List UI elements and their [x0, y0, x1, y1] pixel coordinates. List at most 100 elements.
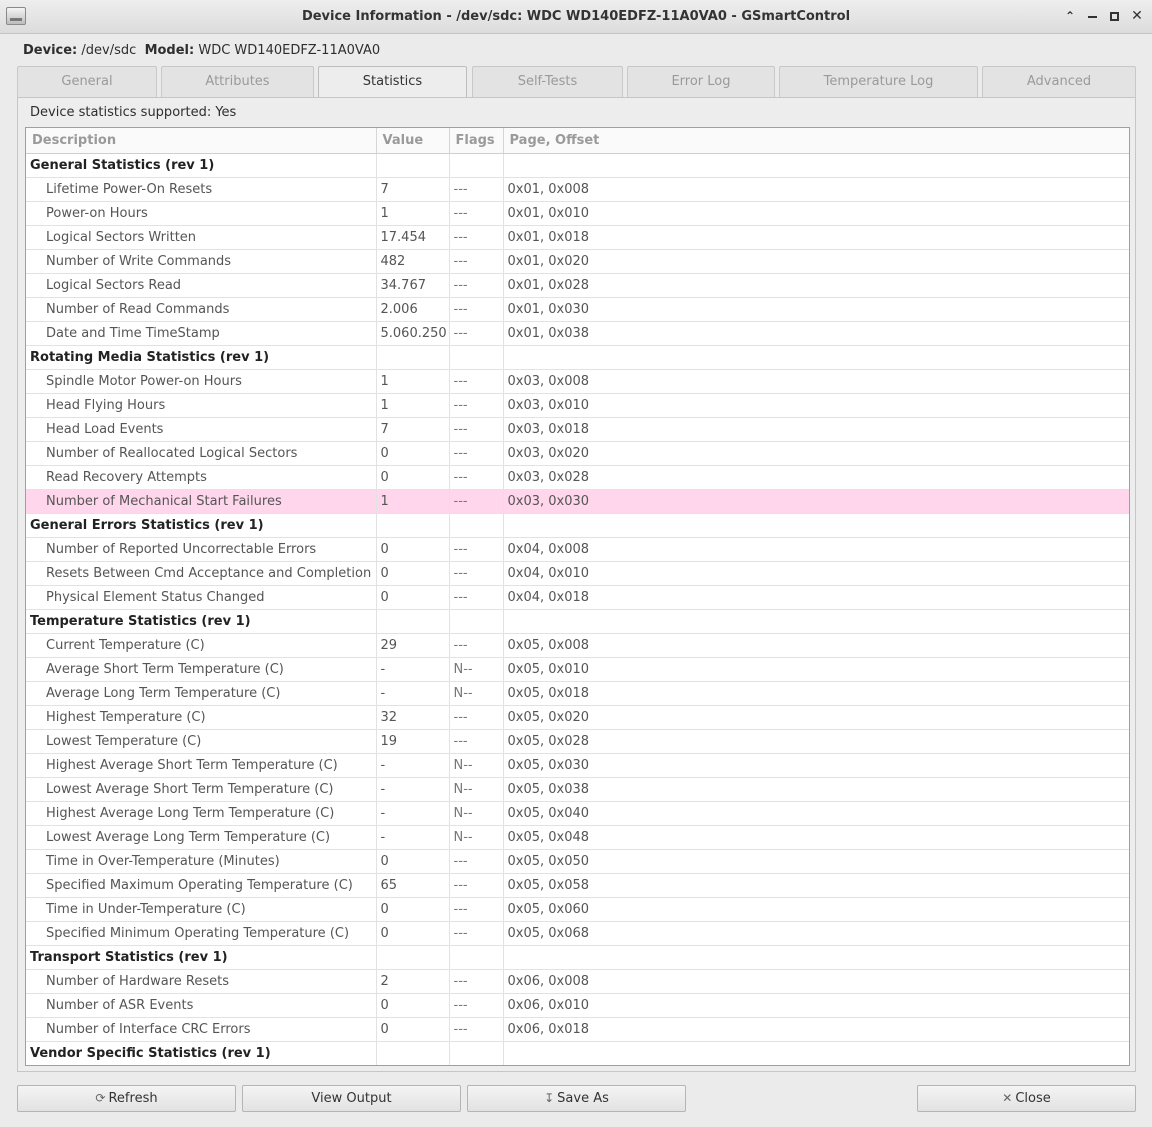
table-row[interactable]: Specified Minimum Operating Temperature … [26, 921, 1129, 946]
cell-description: Head Load Events [26, 417, 377, 442]
maximize-icon [1109, 12, 1119, 21]
cell-value: 29 [376, 633, 450, 658]
cell-page-offset: 0x04, 0x008 [503, 537, 1129, 562]
section-header-row[interactable]: Vendor Specific Statistics (rev 1) [26, 1041, 1129, 1065]
table-row[interactable]: Number of Hardware Resets 2 --- 0x06, 0x008 [26, 969, 1129, 994]
cell-page-offset: 0x05, 0x060 [503, 897, 1129, 922]
table-row[interactable]: Number of Mechanical Start Failures 1 --- 0… [26, 489, 1129, 514]
cell-flags: --- [449, 705, 504, 730]
section-header-row[interactable]: Transport Statistics (rev 1) [26, 945, 1129, 970]
tab-attributes[interactable]: Attributes [161, 66, 314, 98]
table-row[interactable]: Lowest Average Short Term Temperature (C… [26, 777, 1129, 802]
cell-description: Lowest Temperature (C) [26, 729, 377, 754]
table-row[interactable]: Highest Average Long Term Temperature (C… [26, 801, 1129, 826]
cell-flags: --- [449, 249, 504, 274]
chevron-up-icon[interactable]: ⌃ [1062, 8, 1078, 24]
cell-flags: --- [449, 297, 504, 322]
save-as-button[interactable]: ↧ Save As [467, 1085, 686, 1112]
table-row[interactable]: Average Short Term Temperature (C) - N-- 0x… [26, 657, 1129, 682]
cell-value: 32 [376, 705, 450, 730]
cell-flags: --- [449, 873, 504, 898]
table-row[interactable]: Highest Average Short Term Temperature (… [26, 753, 1129, 778]
table-row[interactable]: Lifetime Power-On Resets 7 --- 0x01, 0x008 [26, 177, 1129, 202]
cell-value [376, 945, 450, 970]
cell-flags: --- [449, 393, 504, 418]
tab-statistics[interactable]: Statistics [318, 66, 467, 99]
view-output-button[interactable]: View Output [242, 1085, 461, 1112]
table-row[interactable]: Highest Temperature (C) 32 --- 0x05, 0x020 [26, 705, 1129, 730]
cell-flags: --- [449, 417, 504, 442]
cell-page-offset: 0x05, 0x018 [503, 681, 1129, 706]
table-row[interactable]: Read Recovery Attempts 0 --- 0x03, 0x028 [26, 465, 1129, 490]
cell-value [376, 1041, 450, 1065]
column-header-value[interactable]: Value [376, 128, 450, 154]
close-button[interactable]: ✕ Close [917, 1085, 1136, 1112]
model-label: Model: [144, 43, 195, 58]
table-row[interactable]: Current Temperature (C) 29 --- 0x05, 0x008 [26, 633, 1129, 658]
table-row[interactable]: Logical Sectors Read 34.767 --- 0x01, 0x028 [26, 273, 1129, 298]
section-header-row[interactable]: General Errors Statistics (rev 1) [26, 513, 1129, 538]
table-row[interactable]: Date and Time TimeStamp 5.060.250 --- 0x01,… [26, 321, 1129, 346]
table-row[interactable]: Average Long Term Temperature (C) - N-- 0x0… [26, 681, 1129, 706]
cell-page-offset: 0x06, 0x010 [503, 993, 1129, 1018]
section-header-row[interactable]: Temperature Statistics (rev 1) [26, 609, 1129, 634]
table-row[interactable]: Physical Element Status Changed 0 --- 0x04,… [26, 585, 1129, 610]
cell-page-offset: 0x05, 0x038 [503, 777, 1129, 802]
cell-description: Current Temperature (C) [26, 633, 377, 658]
table-row[interactable]: Power-on Hours 1 --- 0x01, 0x010 [26, 201, 1129, 226]
refresh-icon: ⟳ [95, 1091, 106, 1105]
maximize-button[interactable] [1106, 8, 1122, 24]
table-row[interactable]: Time in Under-Temperature (C) 0 --- 0x05, 0… [26, 897, 1129, 922]
tab-temperature-log[interactable]: Temperature Log [779, 66, 978, 98]
column-header-flags[interactable]: Flags [449, 128, 504, 154]
close-window-button[interactable]: ✕ [1129, 8, 1145, 24]
table-row[interactable]: Spindle Motor Power-on Hours 1 --- 0x03, 0x… [26, 369, 1129, 394]
table-row[interactable]: Head Load Events 7 --- 0x03, 0x018 [26, 417, 1129, 442]
table-row[interactable]: Lowest Average Long Term Temperature (C)… [26, 825, 1129, 850]
tab-advanced[interactable]: Advanced [982, 66, 1136, 98]
minimize-button[interactable] [1084, 8, 1100, 24]
cell-value: 0 [376, 921, 450, 946]
table-row[interactable]: Resets Between Cmd Acceptance and Comple… [26, 561, 1129, 586]
table-row[interactable]: Number of Interface CRC Errors 0 --- 0x06, … [26, 1017, 1129, 1042]
cell-page-offset: 0x05, 0x020 [503, 705, 1129, 730]
cell-description: Physical Element Status Changed [26, 585, 377, 610]
cell-flags: --- [449, 201, 504, 226]
table-row[interactable]: Lowest Temperature (C) 19 --- 0x05, 0x028 [26, 729, 1129, 754]
statistics-table-container[interactable]: Description Value Flags Page, Offset Gen… [25, 127, 1130, 1066]
cell-description: Read Recovery Attempts [26, 465, 377, 490]
table-row[interactable]: Number of Write Commands 482 --- 0x01, 0x02… [26, 249, 1129, 274]
cell-description: Number of Hardware Resets [26, 969, 377, 994]
table-row[interactable]: Number of Reallocated Logical Sectors 0 --… [26, 441, 1129, 466]
table-row[interactable]: Number of Reported Uncorrectable Errors 0… [26, 537, 1129, 562]
cell-value: 7 [376, 417, 450, 442]
table-header-row: Description Value Flags Page, Offset [26, 128, 1129, 154]
section-header-row[interactable]: General Statistics (rev 1) [26, 153, 1129, 178]
cell-flags: --- [449, 561, 504, 586]
cell-page-offset: 0x04, 0x018 [503, 585, 1129, 610]
cell-description: Vendor Specific Statistics (rev 1) [26, 1041, 377, 1065]
table-row[interactable]: Time in Over-Temperature (Minutes) 0 --- 0x… [26, 849, 1129, 874]
tab-general[interactable]: General [17, 66, 157, 98]
cell-page-offset: 0x05, 0x028 [503, 729, 1129, 754]
cell-value [376, 345, 450, 370]
table-row[interactable]: Number of ASR Events 0 --- 0x06, 0x010 [26, 993, 1129, 1018]
tab-error-log[interactable]: Error Log [627, 66, 775, 98]
cell-value: 0 [376, 1017, 450, 1042]
column-header-description[interactable]: Description [26, 128, 377, 154]
cell-page-offset: 0x03, 0x030 [503, 489, 1129, 514]
tab-self-tests[interactable]: Self-Tests [472, 66, 623, 98]
cell-page-offset: 0x03, 0x020 [503, 441, 1129, 466]
table-row[interactable]: Head Flying Hours 1 --- 0x03, 0x010 [26, 393, 1129, 418]
refresh-button[interactable]: ⟳ Refresh [17, 1085, 236, 1112]
cell-page-offset: 0x05, 0x068 [503, 921, 1129, 946]
table-row[interactable]: Number of Read Commands 2.006 --- 0x01, 0x0… [26, 297, 1129, 322]
column-header-page-offset[interactable]: Page, Offset [503, 128, 1129, 154]
table-row[interactable]: Logical Sectors Written 17.454 --- 0x01, 0x… [26, 225, 1129, 250]
cell-value: 7 [376, 177, 450, 202]
cell-description: Temperature Statistics (rev 1) [26, 609, 377, 634]
cell-value: 0 [376, 993, 450, 1018]
table-row[interactable]: Specified Maximum Operating Temperature … [26, 873, 1129, 898]
cell-flags: --- [449, 1017, 504, 1042]
section-header-row[interactable]: Rotating Media Statistics (rev 1) [26, 345, 1129, 370]
